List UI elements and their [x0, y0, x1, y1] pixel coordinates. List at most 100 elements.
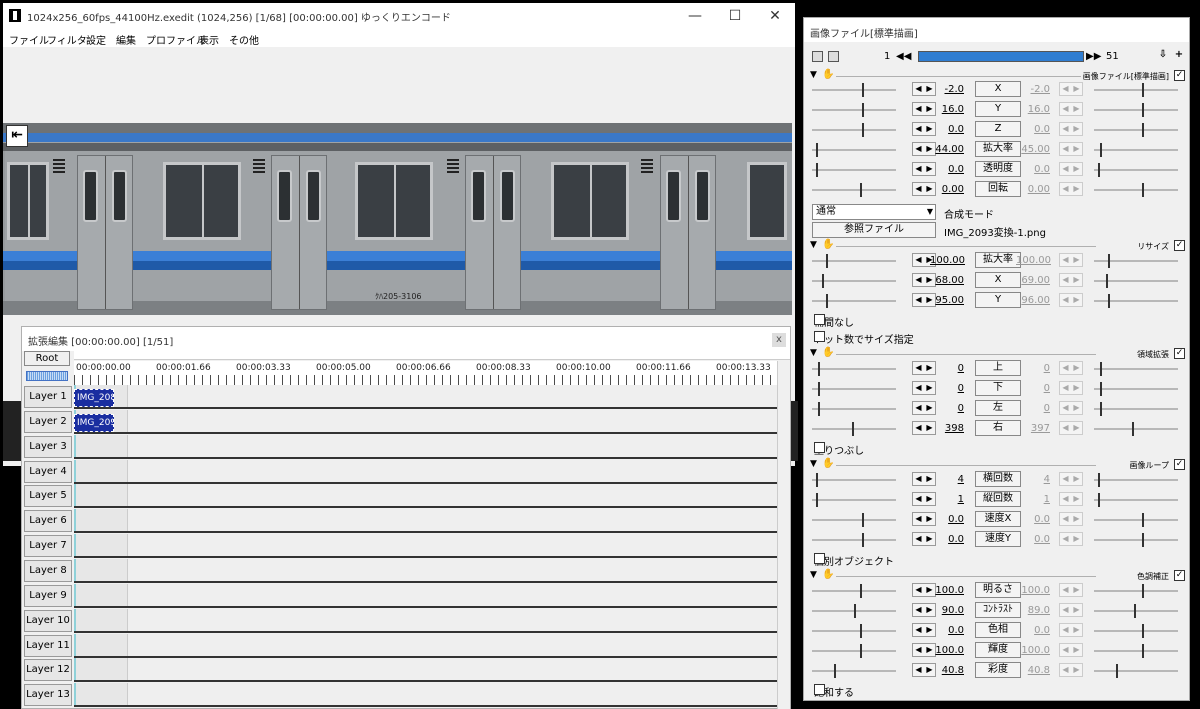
- arrow-left-icon[interactable]: ◀: [915, 183, 921, 195]
- layer-label[interactable]: Layer 9: [24, 584, 72, 607]
- param-slider-left[interactable]: [812, 422, 896, 436]
- arrow-right-icon[interactable]: ▶: [1073, 362, 1079, 374]
- param-arrows-right[interactable]: ◀ ▶: [1059, 82, 1083, 96]
- param-value-right[interactable]: 397: [1016, 423, 1050, 434]
- param-value-right[interactable]: 40.8: [1016, 665, 1050, 676]
- frame-slider[interactable]: [918, 51, 1084, 62]
- arrow-right-icon[interactable]: ▶: [1073, 143, 1079, 155]
- arrow-left-icon[interactable]: ◀: [1062, 382, 1068, 394]
- collapse-triangle-icon[interactable]: ▼: [810, 240, 817, 250]
- arrow-right-icon[interactable]: ▶: [1073, 604, 1079, 616]
- arrow-left-icon[interactable]: ◀: [915, 584, 921, 596]
- param-arrows-right[interactable]: ◀ ▶: [1059, 603, 1083, 617]
- timeline-clip[interactable]: IMG_209: [74, 413, 114, 432]
- arrow-left-icon[interactable]: ◀: [1062, 294, 1068, 306]
- arrow-left-icon[interactable]: ◀: [1062, 274, 1068, 286]
- param-slider-right[interactable]: [1094, 604, 1178, 618]
- dot-size-checkbox[interactable]: ドット数でサイズ指定: [814, 331, 914, 346]
- timeline-vscroll[interactable]: [777, 361, 790, 709]
- maximize-button[interactable]: ☐: [715, 3, 755, 29]
- arrow-left-icon[interactable]: ◀: [1062, 402, 1068, 414]
- param-slider-left[interactable]: [812, 402, 896, 416]
- param-button[interactable]: 縦回数: [975, 491, 1021, 507]
- param-value-right[interactable]: 0.0: [1016, 625, 1050, 636]
- arrow-right-icon[interactable]: ▶: [1073, 533, 1079, 545]
- arrow-left-icon[interactable]: ◀: [1062, 123, 1068, 135]
- param-slider-right[interactable]: [1094, 294, 1178, 308]
- param-value-left[interactable]: 0.0: [930, 514, 964, 525]
- arrow-left-icon[interactable]: ◀: [915, 624, 921, 636]
- hand-icon[interactable]: ✋: [822, 347, 834, 358]
- param-slider-left[interactable]: [812, 644, 896, 658]
- param-arrows-right[interactable]: ◀ ▶: [1059, 182, 1083, 196]
- param-arrows-right[interactable]: ◀ ▶: [1059, 361, 1083, 375]
- arrow-left-icon[interactable]: ◀: [915, 274, 921, 286]
- arrow-right-icon[interactable]: ▶: [1073, 493, 1079, 505]
- ref-file-button[interactable]: 参照ファイル: [812, 222, 936, 238]
- param-button[interactable]: 左: [975, 400, 1021, 416]
- zoom-bar[interactable]: [26, 371, 68, 381]
- menu-profile[interactable]: プロファイル: [146, 32, 206, 47]
- param-value-left[interactable]: 95.00: [930, 295, 964, 306]
- layer-row[interactable]: [74, 409, 777, 434]
- arrow-left-icon[interactable]: ◀: [915, 103, 921, 115]
- param-slider-right[interactable]: [1094, 274, 1178, 288]
- arrow-left-icon[interactable]: ◀: [915, 473, 921, 485]
- param-slider-right[interactable]: [1094, 254, 1178, 268]
- arrow-left-icon[interactable]: ◀: [1062, 664, 1068, 676]
- arrow-left-icon[interactable]: ◀: [1062, 163, 1068, 175]
- param-slider-right[interactable]: [1094, 402, 1178, 416]
- layer-label[interactable]: Layer 2: [24, 410, 72, 433]
- param-button[interactable]: X: [975, 272, 1021, 288]
- param-button[interactable]: 拡大率: [975, 252, 1021, 268]
- param-slider-right[interactable]: [1094, 103, 1178, 117]
- param-slider-right[interactable]: [1094, 83, 1178, 97]
- collapse-triangle-icon[interactable]: ▼: [810, 348, 817, 358]
- arrow-left-icon[interactable]: ◀: [915, 604, 921, 616]
- arrow-left-icon[interactable]: ◀: [915, 533, 921, 545]
- arrow-right-icon[interactable]: ▶: [1073, 644, 1079, 656]
- param-value-left[interactable]: 398: [930, 423, 964, 434]
- layer-label[interactable]: Layer 11: [24, 634, 72, 657]
- param-value-left[interactable]: 68.00: [930, 275, 964, 286]
- pin-icon[interactable]: ⇩: [1156, 49, 1170, 62]
- param-arrows-right[interactable]: ◀ ▶: [1059, 663, 1083, 677]
- collapse-triangle-icon[interactable]: ▼: [810, 70, 817, 80]
- layer-label[interactable]: Layer 12: [24, 659, 72, 682]
- menu-filter[interactable]: フィルタ: [47, 32, 87, 47]
- arrow-right-icon[interactable]: ▶: [1073, 624, 1079, 636]
- param-slider-right[interactable]: [1094, 143, 1178, 157]
- param-value-left[interactable]: 0: [930, 403, 964, 414]
- param-button[interactable]: 上: [975, 360, 1021, 376]
- param-button[interactable]: 回転: [975, 181, 1021, 197]
- param-value-right[interactable]: 4: [1016, 474, 1050, 485]
- checkbox[interactable]: [814, 553, 825, 564]
- arrow-left-icon[interactable]: ◀: [1062, 103, 1068, 115]
- checkbox[interactable]: [814, 331, 825, 342]
- hand-icon[interactable]: ✋: [822, 239, 834, 250]
- param-value-left[interactable]: 0.0: [930, 534, 964, 545]
- no-interpolation-checkbox[interactable]: 補間なし: [814, 314, 854, 329]
- arrow-right-icon[interactable]: ▶: [1073, 123, 1079, 135]
- param-value-right[interactable]: 89.0: [1016, 605, 1050, 616]
- param-arrows-right[interactable]: ◀ ▶: [1059, 532, 1083, 546]
- param-value-left[interactable]: 0.0: [930, 625, 964, 636]
- param-arrows-right[interactable]: ◀ ▶: [1059, 512, 1083, 526]
- arrow-right-icon[interactable]: ▶: [1073, 382, 1079, 394]
- param-slider-right[interactable]: [1094, 382, 1178, 396]
- arrow-right-icon[interactable]: ▶: [1073, 473, 1079, 485]
- arrow-left-icon[interactable]: ◀: [915, 664, 921, 676]
- arrow-left-icon[interactable]: ◀: [1062, 362, 1068, 374]
- param-button[interactable]: 速度X: [975, 511, 1021, 527]
- param-arrows-right[interactable]: ◀ ▶: [1059, 273, 1083, 287]
- param-slider-left[interactable]: [812, 274, 896, 288]
- param-arrows-right[interactable]: ◀ ▶: [1059, 102, 1083, 116]
- param-button[interactable]: Z: [975, 121, 1021, 137]
- param-arrows-right[interactable]: ◀ ▶: [1059, 293, 1083, 307]
- param-slider-left[interactable]: [812, 473, 896, 487]
- param-slider-right[interactable]: [1094, 493, 1178, 507]
- layer-label[interactable]: Layer 8: [24, 559, 72, 582]
- arrow-left-icon[interactable]: ◀: [1062, 493, 1068, 505]
- param-button[interactable]: Y: [975, 101, 1021, 117]
- param-slider-right[interactable]: [1094, 664, 1178, 678]
